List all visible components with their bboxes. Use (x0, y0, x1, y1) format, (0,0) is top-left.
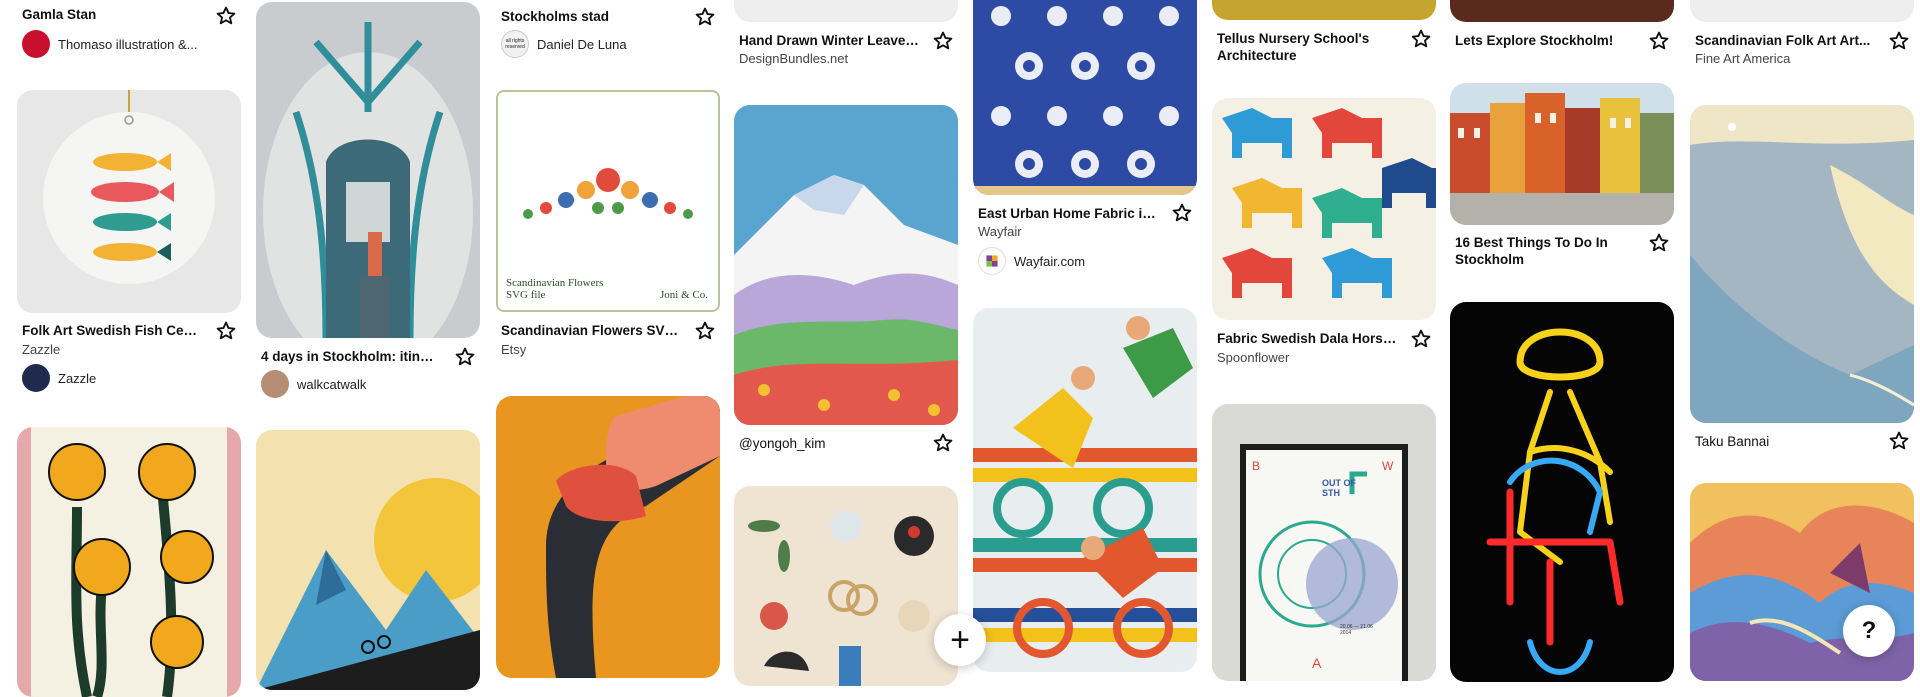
pin-title[interactable]: Stockholms stad (501, 8, 681, 25)
pin-image[interactable] (1450, 83, 1674, 225)
pin-title[interactable]: Hand Drawn Winter Leaves... (739, 32, 919, 49)
pin-domain: Fine Art America (1695, 51, 1791, 66)
pin-title[interactable]: Scandinavian Flowers SVG,... (501, 322, 681, 339)
star-icon[interactable] (694, 320, 716, 342)
zazzle-logo-icon (22, 364, 50, 392)
poster-date: 20.06 — 21.06 2014 (1340, 624, 1373, 636)
pin-domain: Spoonflower (1217, 350, 1290, 365)
star-icon[interactable] (1410, 28, 1432, 50)
pin-domain: Zazzle (22, 342, 61, 357)
avatar (261, 370, 289, 398)
wayfair-logo-icon (978, 247, 1006, 275)
pin-source[interactable]: Zazzle (22, 364, 96, 392)
pin-title[interactable]: 4 days in Stockholm: itinera... (261, 348, 441, 365)
pin-image[interactable] (496, 396, 720, 678)
pin-title[interactable]: Fabric Swedish Dala Horses (1217, 330, 1397, 347)
star-icon[interactable] (215, 320, 237, 342)
pin-source[interactable]: walkcatwalk (261, 370, 366, 398)
pin-image[interactable] (1690, 0, 1914, 22)
pin-source[interactable]: Thomaso illustration &... (22, 30, 197, 58)
pin-title[interactable]: Tellus Nursery School's Architecture (1217, 30, 1397, 64)
pin-image[interactable]: Scandinavian Flowers SVG file Joni & Co. (496, 90, 720, 312)
svg-text:B: B (1252, 459, 1260, 473)
star-icon[interactable] (1648, 30, 1670, 52)
avatar (22, 30, 50, 58)
star-icon[interactable] (215, 5, 237, 27)
pin-image[interactable] (734, 486, 958, 686)
add-pin-button[interactable]: + (934, 614, 986, 666)
pin-image[interactable] (1450, 0, 1674, 22)
pin-title[interactable]: East Urban Home Fabric in... (978, 205, 1158, 222)
pin-title[interactable]: Folk Art Swedish Fish Ceram... (22, 322, 202, 339)
pin-title[interactable]: Gamla Stan (22, 6, 202, 23)
pin-image[interactable] (973, 0, 1197, 195)
pin-image[interactable] (1690, 105, 1914, 423)
pin-title[interactable]: @yongoh_kim (739, 435, 919, 452)
image-caption-right: Joni & Co. (660, 289, 708, 301)
avatar: all rights reserved (501, 30, 529, 58)
pin-domain: DesignBundles.net (739, 51, 849, 66)
pin-image[interactable] (1450, 302, 1674, 682)
pin-image[interactable] (734, 105, 958, 425)
pin-image[interactable] (256, 2, 480, 338)
source-name: Wayfair.com (1014, 253, 1086, 269)
pin-image[interactable] (1212, 98, 1436, 320)
pin-image[interactable] (1212, 0, 1436, 20)
svg-text:W: W (1382, 459, 1394, 473)
pin-source[interactable]: all rights reserved Daniel De Luna (501, 30, 627, 58)
star-icon[interactable] (1171, 202, 1193, 224)
help-button[interactable]: ? (1843, 605, 1895, 657)
pin-title[interactable]: Lets Explore Stockholm! (1455, 32, 1635, 49)
plus-icon: + (950, 621, 970, 659)
poster-title: OUT OF STH (1322, 478, 1356, 498)
pin-title[interactable]: Scandinavian Folk Art Art... (1695, 32, 1875, 49)
star-icon[interactable] (694, 6, 716, 28)
pin-image[interactable] (973, 308, 1197, 672)
pin-title[interactable]: 16 Best Things To Do In Stockholm (1455, 234, 1635, 268)
svg-text:A: A (1312, 655, 1322, 671)
pin-image[interactable] (17, 90, 241, 313)
pin-image[interactable] (256, 430, 480, 690)
star-icon[interactable] (454, 346, 476, 368)
pin-domain: Wayfair (978, 224, 1022, 239)
source-name: Thomaso illustration &... (58, 36, 198, 52)
star-icon[interactable] (1410, 328, 1432, 350)
source-name: Daniel De Luna (537, 36, 627, 52)
image-caption-left: Scandinavian Flowers SVG file (506, 277, 604, 301)
star-icon[interactable] (932, 432, 954, 454)
question-icon: ? (1861, 617, 1877, 644)
pin-image[interactable]: B W A OUT OF STH 20.06 — 21.06 2014 (1212, 404, 1436, 681)
source-name: Zazzle (58, 370, 97, 386)
star-icon[interactable] (1888, 30, 1910, 52)
pin-source[interactable]: Wayfair.com (978, 247, 1085, 275)
pin-domain: Etsy (501, 342, 527, 357)
star-icon[interactable] (1888, 430, 1910, 452)
star-icon[interactable] (1648, 232, 1670, 254)
pin-title[interactable]: Taku Bannai (1695, 433, 1875, 450)
source-name: walkcatwalk (297, 376, 367, 392)
star-icon[interactable] (932, 30, 954, 52)
pin-image[interactable] (734, 0, 958, 22)
pin-image[interactable] (17, 427, 241, 697)
